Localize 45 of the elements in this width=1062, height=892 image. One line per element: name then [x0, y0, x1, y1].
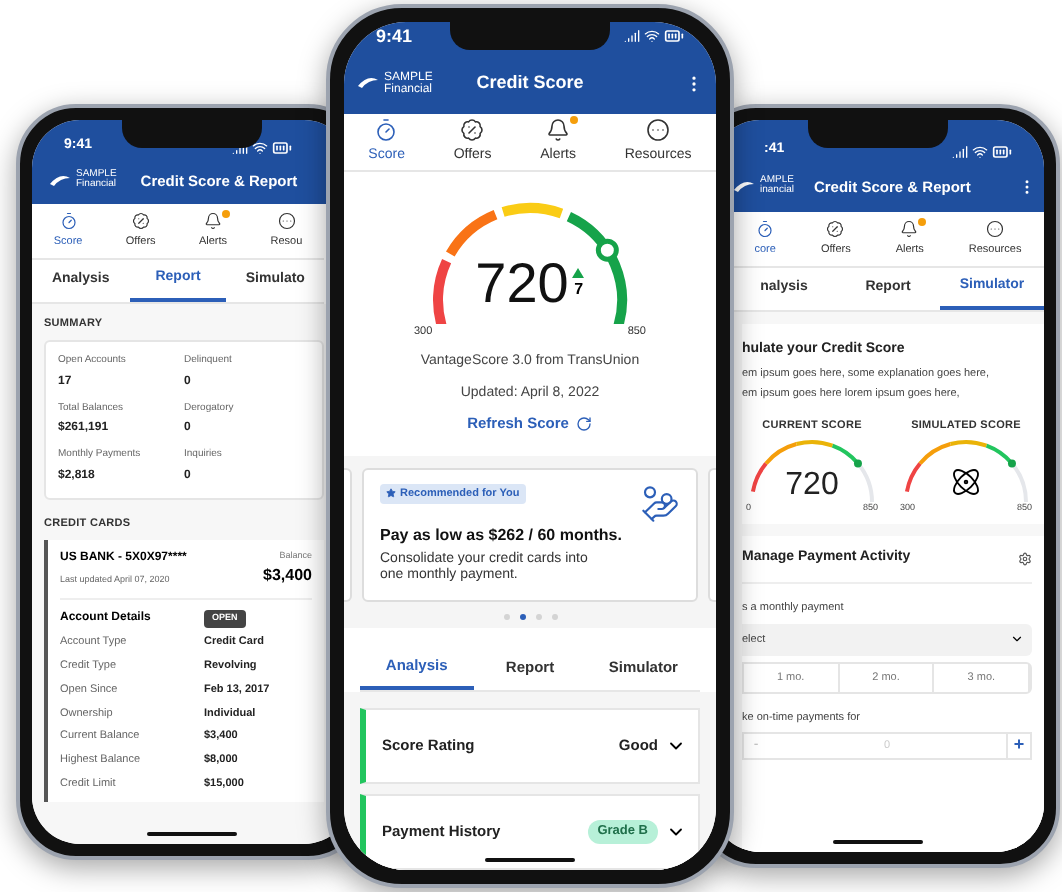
ellipsis-icon: [277, 211, 296, 230]
logo-icon: [356, 76, 380, 91]
timer-icon: [59, 211, 78, 230]
promo-headline: Pay as low as $262 / 60 months.: [380, 523, 624, 547]
signal-icon: [952, 143, 968, 159]
home-indicator: [147, 832, 237, 836]
battery-icon: [272, 137, 292, 157]
score-gauge: [748, 438, 876, 503]
phone-notch: [808, 120, 948, 148]
phone-notch: [122, 120, 262, 148]
timer-icon: [374, 117, 399, 142]
bell-icon: [204, 211, 223, 230]
percent-icon: [826, 219, 845, 238]
percent-icon: [460, 117, 485, 142]
wifi-icon: [972, 143, 988, 159]
credit-score: 720: [475, 256, 569, 312]
signal-icon: [624, 28, 640, 45]
header-title: Credit Score: [474, 70, 586, 97]
increment-button[interactable]: +: [1006, 732, 1030, 760]
battery-icon: [664, 26, 684, 47]
ellipsis-icon: [986, 219, 1005, 238]
battery-icon: [992, 141, 1012, 161]
settings-icon[interactable]: [1018, 551, 1032, 566]
status-time: 9:41: [376, 23, 413, 50]
home-indicator: [485, 858, 575, 862]
wifi-icon: [644, 28, 660, 45]
refresh-icon: [576, 415, 593, 432]
timer-icon: [756, 219, 775, 238]
wifi-icon: [252, 139, 268, 155]
current-score: 720: [785, 470, 839, 503]
chevron-down-icon: [1010, 632, 1024, 647]
score-change: 7: [574, 277, 584, 301]
up-arrow-icon: [572, 267, 585, 277]
bell-icon: [900, 219, 919, 238]
ellipsis-icon: [646, 117, 671, 142]
logo-icon: [732, 179, 756, 194]
hand-coin-icon: [640, 483, 680, 523]
atom-icon: [950, 466, 982, 499]
bell-icon: [546, 117, 571, 142]
percent-icon: [131, 211, 150, 230]
score-gauge: [902, 438, 1030, 503]
home-indicator: [833, 840, 923, 844]
star-icon: [386, 488, 396, 499]
logo-icon: [48, 173, 72, 188]
balance-value: $3,400: [263, 563, 312, 588]
